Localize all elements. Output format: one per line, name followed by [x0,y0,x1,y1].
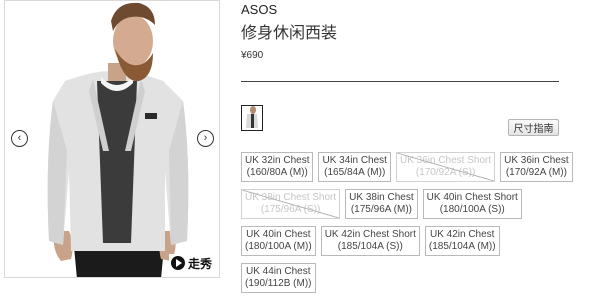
size-option-sublabel: (160/80A (M)) [246,167,308,178]
size-option[interactable]: UK 38in Chest (175/96A (M)) [345,189,418,219]
size-option[interactable]: UK 44in Chest (190/112B (M)) [241,263,316,293]
size-option-label: UK 34in Chest [322,155,387,166]
size-option: UK 36in Chest Short (170/92A (S)) [395,152,496,182]
size-option-label: UK 36in Chest Short [399,155,492,166]
size-option-sublabel: (180/100A (S)) [439,204,505,215]
catwalk-video-label: 走秀 [187,256,212,271]
chevron-right-icon: › [203,132,208,144]
size-option-sublabel: (190/112B (M)) [245,278,312,289]
size-option-sublabel: (170/92A (M)) [505,167,567,178]
size-option-label: UK 42in Chest Short [324,229,416,240]
product-photo [5,1,219,277]
product-title: 修身休闲西装 [241,23,338,42]
size-guide-button[interactable]: 尺寸指南 [508,119,559,136]
product-price: ¥690 [241,50,264,61]
product-image-gallery: ‹ › 走秀 [4,0,220,278]
size-option-label: UK 38in Chest [349,192,414,203]
catwalk-video-button[interactable]: 走秀 [168,254,215,272]
gallery-prev-button[interactable]: ‹ [11,130,28,147]
size-option-label: UK 40in Chest Short [426,192,518,203]
size-option[interactable]: UK 34in Chest (165/84A (M)) [318,152,391,182]
size-option[interactable]: UK 36in Chest (170/92A (M)) [500,152,573,182]
divider [241,81,559,82]
size-row: UK 40in Chest (180/100A (M)) UK 42in Chest… [241,226,581,256]
size-option-label: UK 42in Chest [429,229,495,240]
size-option-label: UK 44in Chest [246,266,311,277]
size-option-sublabel: (170/92A (S)) [415,167,476,178]
size-option-label: UK 40in Chest [246,229,311,240]
size-option[interactable]: UK 32in Chest (160/80A (M)) [241,152,314,182]
size-option-sublabel: (180/100A (M)) [245,241,312,252]
chevron-left-icon: ‹ [17,132,22,144]
size-row: UK 38in Chest Short (175/96A (S)) UK 38in … [241,189,581,219]
brand-name[interactable]: ASOS [241,2,277,17]
size-option-label: UK 36in Chest [504,155,569,166]
size-option[interactable]: UK 42in Chest Short (185/104A (S)) [320,226,420,256]
size-option-label: UK 38in Chest Short [245,192,337,203]
size-option: UK 38in Chest Short (175/96A (S)) [241,189,341,219]
size-row: UK 32in Chest (160/80A (M)) UK 34in Chest(… [241,152,581,182]
size-row: UK 44in Chest (190/112B (M)) [241,263,581,293]
size-option-sublabel: (185/104A (M)) [428,241,496,252]
size-option-sublabel: (185/104A (S)) [337,241,403,252]
size-option[interactable]: UK 40in Chest (180/100A (M)) [241,226,316,256]
size-option-sublabel: (175/96A (M)) [350,204,412,215]
color-swatch-thumbnail[interactable] [241,105,263,131]
size-option-sublabel: (175/96A (S)) [260,204,321,215]
thumbnail-image [242,106,262,130]
size-option[interactable]: UK 40in Chest Short (180/100A (S)) [422,189,522,219]
gallery-next-button[interactable]: › [197,130,214,147]
size-option[interactable]: UK 42in Chest (185/104A (M)) [424,226,500,256]
size-option-label: UK 32in Chest [245,155,310,166]
size-option-sublabel: (165/84A (M)) [324,167,386,178]
size-selector: UK 32in Chest (160/80A (M)) UK 34in Chest(… [241,152,581,300]
play-icon [170,256,185,270]
